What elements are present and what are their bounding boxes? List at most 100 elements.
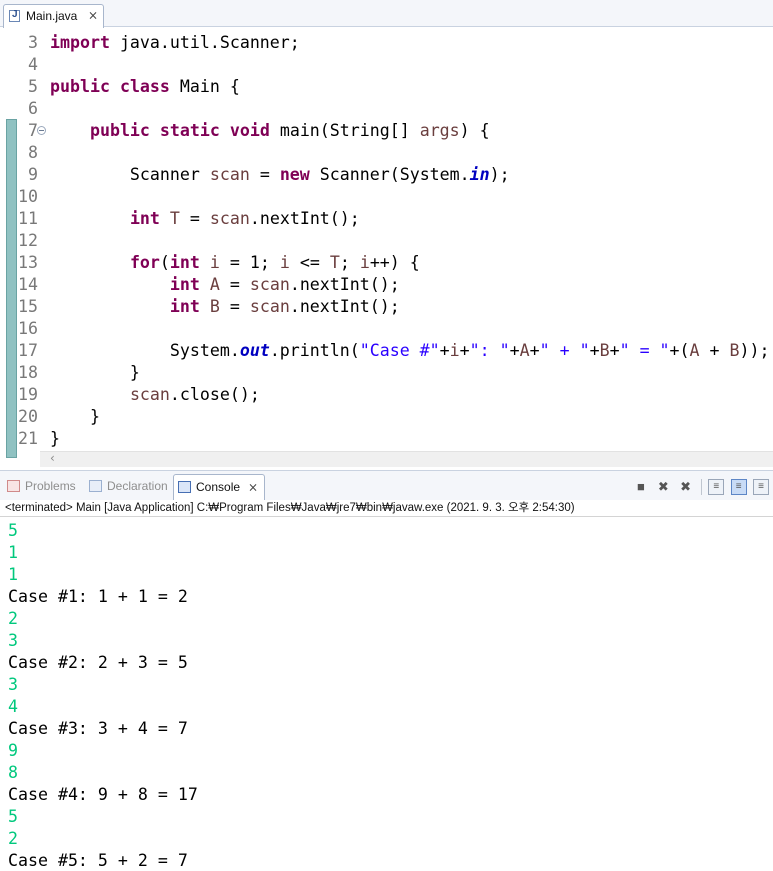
tab-console[interactable]: Console ⨯ [173,474,266,501]
tab-problems[interactable]: Problems [7,479,76,493]
code-line[interactable]: 4 [0,54,773,76]
view-tab-bar: Problems Declaration Console ⨯ ■ ✖ ✖ ≡ ≡ … [0,470,773,501]
code-line[interactable]: 21} [0,428,773,450]
code-line[interactable]: 11 int T = scan.nextInt(); [0,208,773,230]
code-token: B [209,297,220,316]
line-number: 15 [18,297,38,316]
code-token: static [159,121,220,140]
declaration-icon [89,480,102,492]
code-line[interactable]: 9 Scanner scan = new Scanner(System.in); [0,164,773,186]
problems-icon [7,480,20,492]
code-token: ( [159,253,170,272]
code-token: .nextInt(); [289,275,400,294]
java-file-icon [9,9,20,22]
code-line[interactable]: 16 [0,318,773,340]
code-line[interactable]: 19 scan.close(); [0,384,773,406]
clear-console-icon[interactable]: ≡ [708,479,725,495]
code-token: + [529,341,540,360]
code-token: = [219,297,250,316]
scroll-left-arrow-icon[interactable]: ‹ [50,451,55,465]
code-line[interactable]: 17 System.out.println("Case #"+i+": "+A+… [0,340,773,362]
console-output[interactable]: 5 1 1 Case #1: 1 + 1 = 2 2 3 Case #2: 2 + 3 = … [0,518,773,871]
code-line[interactable]: 3 import java.util.Scanner; [0,32,773,54]
code-token: scan [249,275,290,294]
code-text: System.out.println("Case #"+i+": "+A+" +… [50,340,770,362]
code-token: = [179,209,210,228]
code-token: void [229,121,270,140]
code-token: new [279,165,310,184]
console-close-icon[interactable]: ⨯ [248,480,258,494]
code-token: ) { [459,121,490,140]
code-token: + [509,341,520,360]
code-text: int B = scan.nextInt(); [50,296,400,318]
code-token: System. [50,341,240,360]
tab-declaration[interactable]: Declaration [89,479,168,493]
code-token: "Case #" [359,341,440,360]
code-token: int [169,275,200,294]
code-line[interactable]: 14 int A = scan.nextInt(); [0,274,773,296]
code-token: } [50,363,140,382]
code-token: scan [209,165,250,184]
code-token: = [249,165,280,184]
console-input-line: 3 [8,631,18,650]
code-line[interactable]: 8 [0,142,773,164]
code-text: int A = scan.nextInt(); [50,274,400,296]
code-line[interactable]: 7 public static void main(String[] args)… [0,120,773,142]
word-wrap-icon[interactable]: ≡ [753,479,769,495]
code-line[interactable]: 18 } [0,362,773,384]
code-line[interactable]: 13 for(int i = 1; i <= T; i++) { [0,252,773,274]
scroll-lock-icon[interactable]: ≡ [730,479,747,495]
code-token: i [359,253,370,272]
terminate-icon[interactable]: ■ [633,479,649,495]
close-icon[interactable]: ⨯ [88,8,98,22]
line-number: 18 [18,363,38,382]
code-token: args [419,121,460,140]
line-number: 9 [28,165,38,184]
code-text: public class Main { [50,76,240,98]
code-line[interactable]: 20 } [0,406,773,428]
code-token: java.util.Scanner; [109,33,300,52]
code-token: .nextInt(); [289,297,400,316]
code-token: ++) { [369,253,420,272]
code-line[interactable]: 12 [0,230,773,252]
code-token: int [169,253,200,272]
code-line[interactable]: 15 int B = scan.nextInt(); [0,296,773,318]
code-token: in [469,165,490,184]
line-number: 19 [18,385,38,404]
code-token: B [599,341,610,360]
code-text: int T = scan.nextInt(); [50,208,360,230]
remove-all-terminated-icon[interactable]: ✖ [678,479,694,495]
editor-tab-main-java[interactable]: Main.java ⨯ [3,4,104,28]
collapse-fold-icon[interactable] [37,126,46,135]
editor-horizontal-scrollbar[interactable]: ‹ [40,451,773,467]
code-token: import [50,33,110,52]
remove-launch-icon[interactable]: ✖ [655,479,671,495]
editor-tab-label: Main.java [26,9,78,23]
line-number: 20 [18,407,38,426]
code-token: public [50,77,110,96]
code-token: = [219,275,250,294]
code-token: i [449,341,460,360]
code-text: for(int i = 1; i <= T; i++) { [50,252,420,274]
code-line[interactable]: 5 public class Main { [0,76,773,98]
line-number: 16 [18,319,38,338]
code-line[interactable]: 10 [0,186,773,208]
line-number: 17 [18,341,38,360]
console-input-line: 1 [8,543,18,562]
code-line[interactable]: 6 [0,98,773,120]
code-token: " + " [539,341,590,360]
code-token: " = " [619,341,670,360]
code-token: int [129,209,160,228]
code-editor[interactable]: 3 import java.util.Scanner; 4 5 public class… [0,28,773,458]
console-input-line: 2 [8,609,18,628]
code-token: + [589,341,600,360]
